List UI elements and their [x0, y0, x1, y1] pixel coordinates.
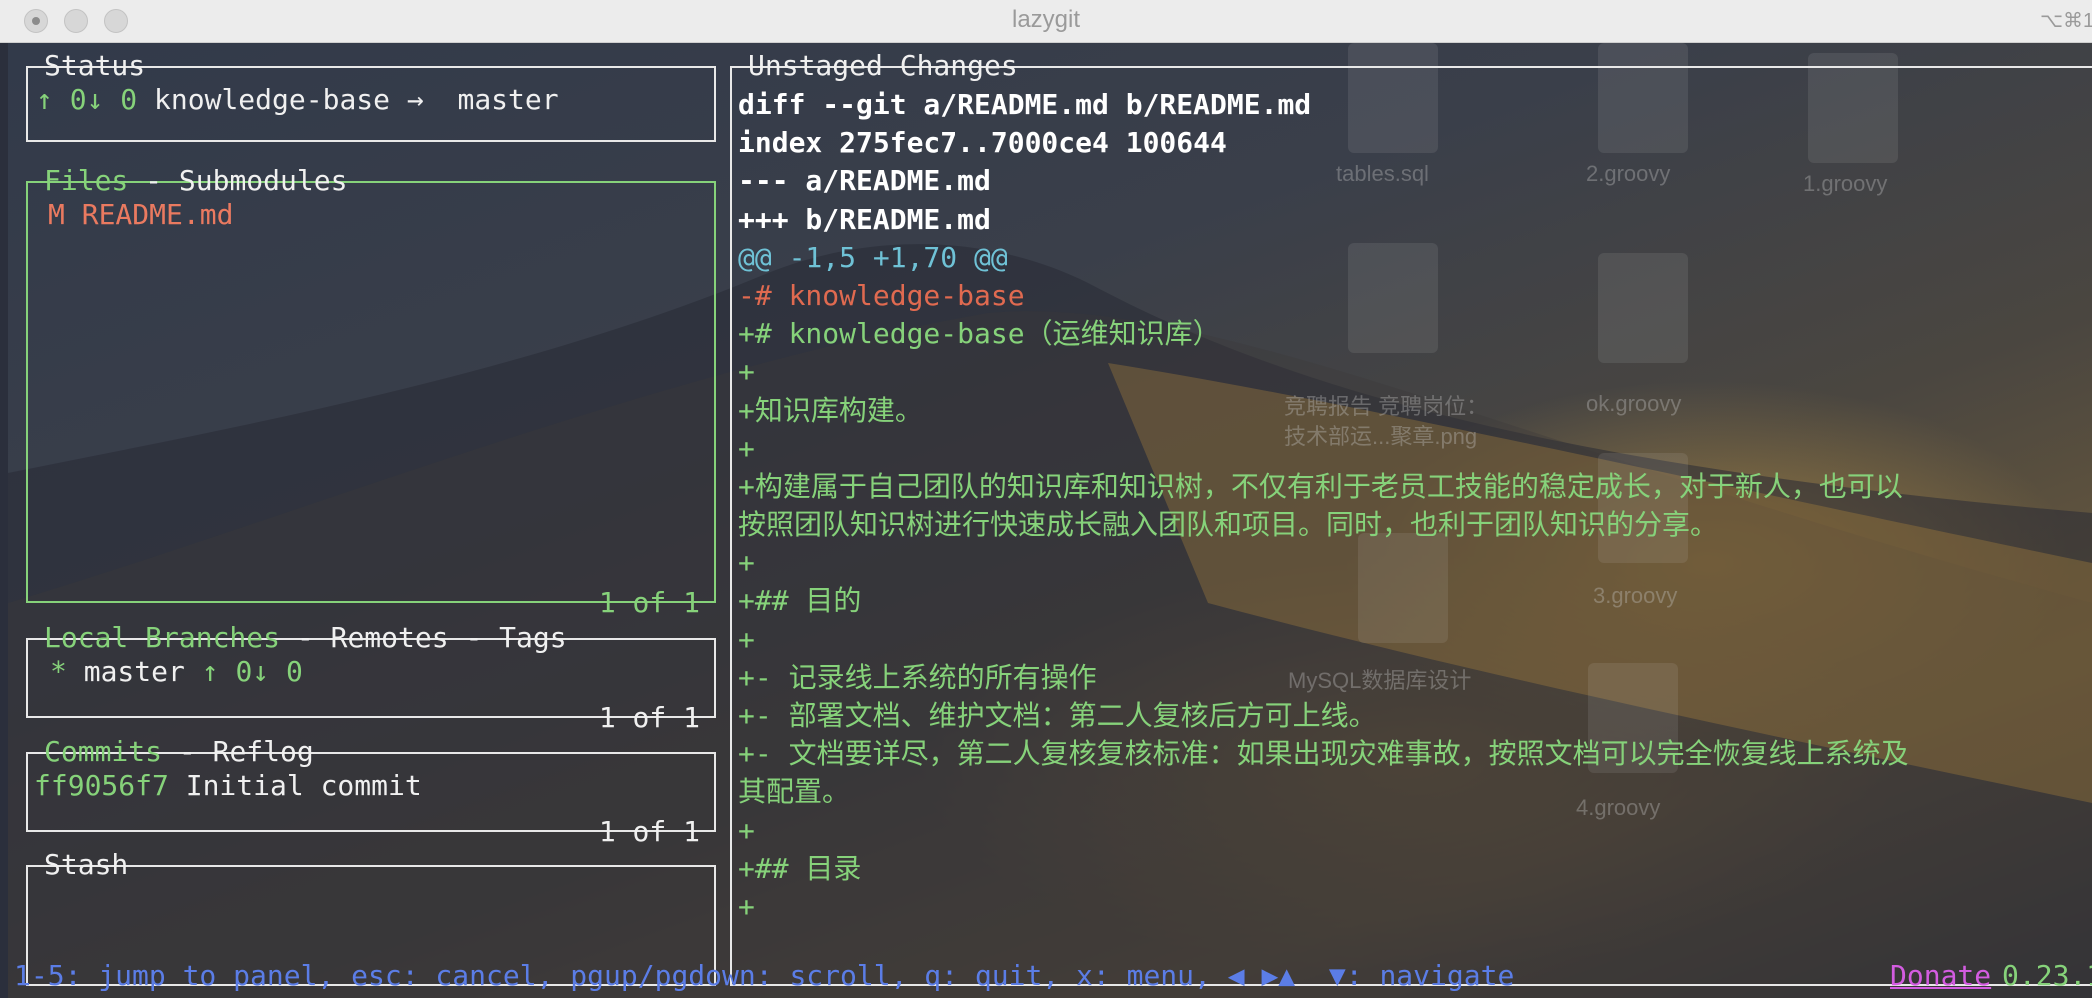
commit-sha: ff9056f7 — [34, 769, 169, 802]
branch-name: master — [83, 655, 185, 688]
files-pagination: 1 of 1 — [598, 586, 700, 619]
diff-panel[interactable]: Unstaged Changes diff --git a/README.md … — [730, 49, 2092, 986]
commits-panel-title: Commits - Reflog — [42, 735, 316, 769]
branches-panel[interactable]: Local Branches - Remotes - Tags * master… — [26, 621, 716, 734]
terminal-area: tables.sql 2.groovy 1.groovy 竞聘报告 竞聘岗位： … — [8, 43, 2092, 998]
keybinding-hints: 1-5: jump to panel, esc: cancel, pgup/pg… — [14, 959, 1515, 992]
files-panel[interactable]: Files - Submodules M README.md 1 of 1 — [26, 164, 716, 619]
branches-panel-title: Local Branches - Remotes - Tags — [42, 621, 569, 655]
diff-line: + — [738, 813, 755, 847]
diff-line: --- a/README.md — [738, 164, 991, 198]
tab-reflog[interactable]: - Reflog — [162, 735, 314, 768]
diff-line: @@ -1,5 +1,70 @@ — [738, 240, 1008, 274]
diff-line: +- 文档要详尽，第二人复核复核标准：如果出现灾难事故，按照文档可以完全恢复线上… — [738, 737, 1909, 771]
diff-line: + — [738, 546, 755, 580]
diff-line: +## 目的 — [738, 584, 862, 618]
diff-line: +## 目录 — [738, 851, 862, 885]
tab-submodules[interactable]: - Submodules — [128, 164, 347, 197]
version-label: 0.23.1 — [2002, 959, 2092, 992]
tab-files[interactable]: Files — [44, 164, 128, 197]
diff-line: +- 部署文档、维护文档：第二人复核后方可上线。 — [738, 699, 1377, 732]
diff-line: +++ b/README.md — [738, 202, 991, 236]
diff-line: diff --git a/README.md b/README.md — [738, 88, 1312, 121]
file-status: M — [48, 198, 65, 231]
status-panel-title: Status — [44, 49, 146, 82]
diff-line: + — [738, 622, 755, 656]
window-shortcut-hint: ⌥⌘1 — [2040, 10, 2092, 32]
donate-link[interactable]: Donate — [1890, 958, 1991, 994]
diff-line: +- 记录线上系统的所有操作 — [738, 660, 1097, 694]
diff-line: + — [738, 431, 755, 465]
commits-pagination: 1 of 1 — [598, 815, 700, 848]
diff-line: +# knowledge-base（运维知识库） — [738, 317, 1221, 351]
diff-panel-title: Unstaged Changes — [748, 49, 1018, 82]
file-name: README.md — [81, 198, 234, 231]
diff-line: index 275fec7..7000ce4 100644 — [738, 126, 1227, 160]
diff-line: +构建属于自己团队的知识库和知识树，不仅有利于老员工技能的稳定成长，对于新人，也… — [738, 469, 1903, 503]
status-panel[interactable]: Status ↑ 0↓ 0 knowledge-base → master — [26, 49, 716, 142]
window-titlebar: lazygit ⌥⌘1 — [0, 0, 2092, 43]
arrow-icon: → — [406, 83, 424, 116]
commit-message: Initial commit — [185, 769, 422, 802]
diff-line: +知识库构建。 — [738, 393, 923, 427]
branches-pagination: 1 of 1 — [598, 701, 700, 734]
diff-line: -# knowledge-base — [738, 278, 1025, 312]
diff-line: 按照团队知识树进行快速成长融入团队和项目。同时，也利于团队知识的分享。 — [738, 508, 1719, 542]
tab-local-branches[interactable]: Local Branches — [44, 621, 280, 654]
diff-content[interactable]: diff --git a/README.md b/README.md index… — [738, 86, 2092, 926]
tab-remotes-tags[interactable]: - Remotes - Tags — [280, 621, 567, 654]
branch-item[interactable]: * master ↑ 0↓ 0 — [50, 654, 303, 690]
tab-commits[interactable]: Commits — [44, 735, 162, 768]
repo-name: knowledge-base — [154, 83, 391, 116]
branch-arrows: ↑ 0↓ 0 — [201, 655, 303, 688]
current-branch-marker: * — [50, 655, 67, 688]
status-arrows: ↑ 0↓ 0 — [36, 83, 138, 116]
commit-item[interactable]: ff9056f7 Initial commit — [34, 768, 422, 804]
file-item[interactable]: M README.md — [48, 197, 233, 233]
stash-panel-title: Stash — [44, 848, 129, 881]
diff-line: + — [738, 889, 755, 923]
current-branch: master — [457, 83, 559, 116]
files-panel-title: Files - Submodules — [42, 164, 349, 198]
diff-line: + — [738, 355, 755, 389]
diff-line: 其配置。 — [738, 775, 851, 809]
status-line: ↑ 0↓ 0 knowledge-base → master — [36, 82, 559, 118]
window-title: lazygit — [1011, 6, 1081, 33]
commits-panel[interactable]: Commits - Reflog ff9056f7 Initial commit… — [26, 735, 716, 848]
